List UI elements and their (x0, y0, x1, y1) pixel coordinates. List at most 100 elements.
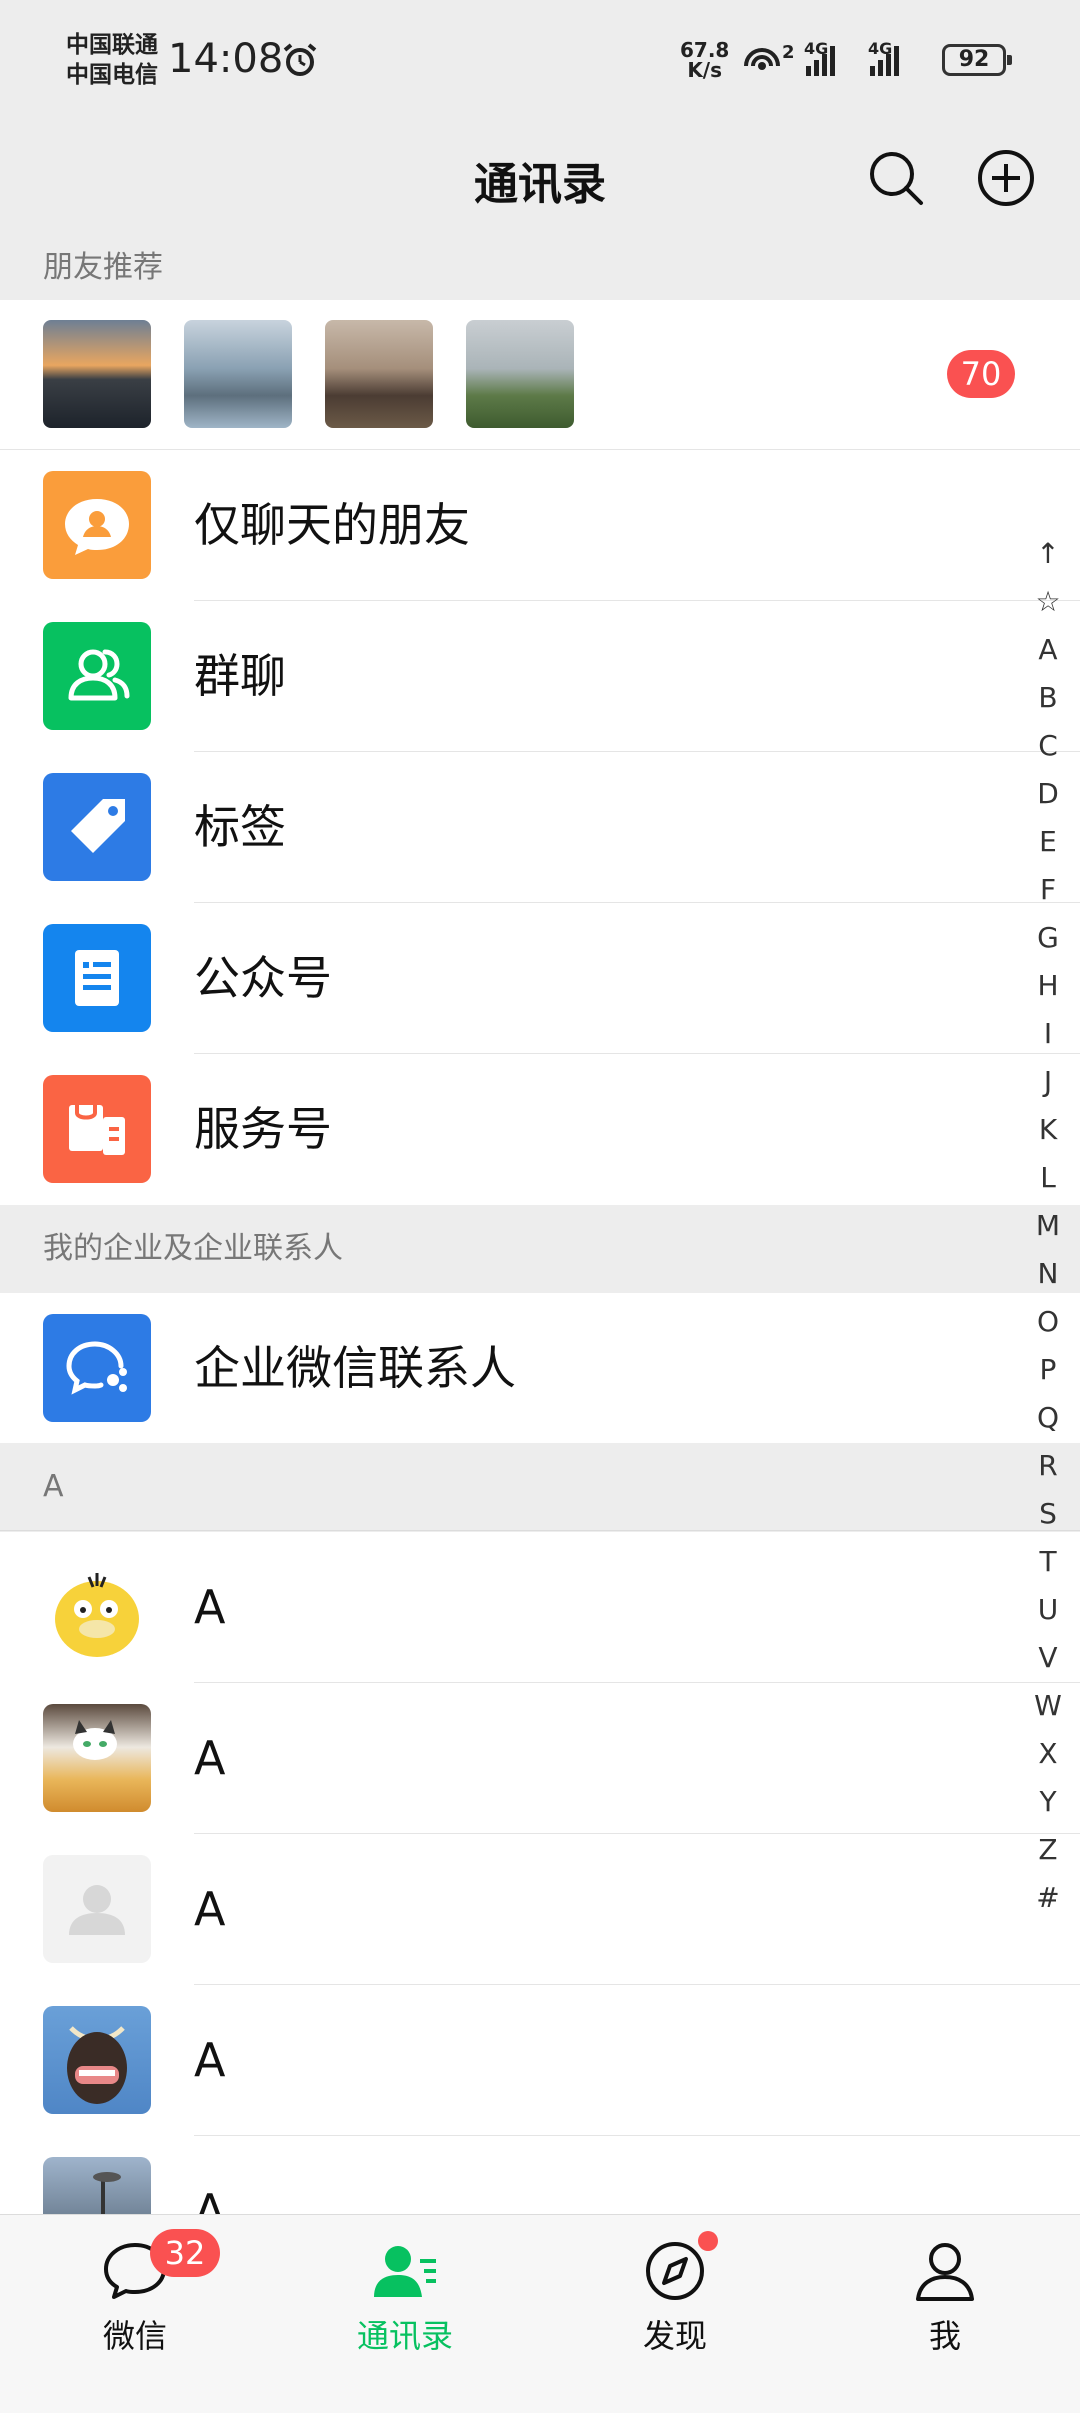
add-icon[interactable] (976, 148, 1036, 208)
tab-chats[interactable]: 32 微信 (0, 2215, 270, 2413)
index-letter[interactable]: M (1028, 1202, 1068, 1250)
bottom-tab-bar: 32 微信 通讯录 发现 我 (0, 2214, 1080, 2413)
battery-icon: 92 (942, 44, 1012, 76)
index-letter[interactable]: S (1028, 1490, 1068, 1538)
alphabet-index[interactable]: ↑ ☆ A B C D E F G H I J K L M N O P Q R … (1028, 530, 1068, 1922)
contact-row[interactable]: A (0, 1834, 1080, 1985)
service-account-icon (43, 1075, 151, 1183)
index-letter[interactable]: J (1028, 1058, 1068, 1106)
clock: 14:08 (168, 36, 284, 82)
search-icon[interactable] (866, 148, 926, 208)
contact-name: A (194, 1580, 226, 1634)
cat-avatar (43, 1704, 151, 1812)
contact-row[interactable]: A (0, 1532, 1080, 1683)
row-tags[interactable]: 标签 (0, 752, 1080, 903)
net-speed: 67.8 K/s (680, 40, 729, 80)
index-letter[interactable]: W (1028, 1682, 1068, 1730)
group-chat-icon (43, 622, 151, 730)
index-letter[interactable]: N (1028, 1250, 1068, 1298)
new-dot-badge (698, 2231, 718, 2251)
pagoda-hill-photo (466, 320, 574, 428)
index-letter[interactable]: U (1028, 1586, 1068, 1634)
index-letter[interactable]: P (1028, 1346, 1068, 1394)
index-letter[interactable]: E (1028, 818, 1068, 866)
carrier-labels: 中国联通 中国电信 (66, 30, 158, 90)
index-letter[interactable]: F (1028, 866, 1068, 914)
net-speed-unit: K/s (687, 58, 723, 82)
row-service-accounts[interactable]: 服务号 (0, 1054, 1080, 1205)
function-list: 仅聊天的朋友 群聊 标签 公众号 服务号 (0, 450, 1080, 1205)
status-bar: 中国联通 中国电信 14:08 67.8 K/s 2 4G 4G 92 (0, 0, 1080, 120)
index-letter[interactable]: O (1028, 1298, 1068, 1346)
contact-row[interactable]: A (0, 1985, 1080, 2136)
index-letter[interactable]: A (1028, 626, 1068, 674)
net-speed-value: 67.8 (680, 38, 730, 62)
index-letter[interactable]: L (1028, 1154, 1068, 1202)
index-letter[interactable]: Z (1028, 1826, 1068, 1874)
carrier-2: 中国电信 (66, 62, 158, 88)
tab-label: 我 (928, 2317, 961, 2355)
index-letter[interactable]: B (1028, 674, 1068, 722)
tab-label: 通讯录 (356, 2317, 453, 2355)
tab-label: 微信 (102, 2317, 167, 2355)
tab-discover[interactable]: 发现 (540, 2215, 810, 2413)
car-person-photo (325, 320, 433, 428)
contact-name: A (194, 1731, 226, 1785)
index-letter[interactable]: K (1028, 1106, 1068, 1154)
yak-avatar (43, 2006, 151, 2114)
contact-name: A (194, 1882, 226, 1936)
row-label: 服务号 (194, 1102, 332, 1156)
contacts-list: A A A A A (0, 1532, 1080, 2214)
row-label: 公众号 (194, 951, 332, 1005)
friend-recommend-header: 朋友推荐 (0, 235, 1080, 300)
index-hash[interactable]: # (1028, 1874, 1068, 1922)
index-letter[interactable]: Y (1028, 1778, 1068, 1826)
index-letter[interactable]: R (1028, 1442, 1068, 1490)
index-up[interactable]: ↑ (1028, 530, 1068, 578)
enterprise-block: 企业微信联系人 (0, 1293, 1080, 1443)
yellow-duck-avatar (43, 1553, 151, 1661)
contact-name: A (194, 2184, 226, 2214)
wecom-icon (43, 1314, 151, 1422)
index-letter[interactable]: T (1028, 1538, 1068, 1586)
signal-icons: 2 4G 4G (744, 39, 899, 76)
title-bar: 通讯录 (0, 120, 1080, 235)
index-letter[interactable]: X (1028, 1730, 1068, 1778)
index-letter[interactable]: I (1028, 1010, 1068, 1058)
carrier-1: 中国联通 (66, 32, 158, 58)
friend-recommend-strip[interactable]: 70 (0, 300, 1080, 450)
contact-row[interactable]: A (0, 2136, 1080, 2214)
index-letter[interactable]: G (1028, 914, 1068, 962)
contact-name: A (194, 2033, 226, 2087)
index-star[interactable]: ☆ (1028, 578, 1068, 626)
contacts-section-header-a: A (0, 1443, 1080, 1531)
tab-contacts[interactable]: 通讯录 (270, 2215, 540, 2413)
index-letter[interactable]: C (1028, 722, 1068, 770)
contacts-icon (374, 2246, 436, 2297)
street-lamp-avatar (43, 2157, 151, 2214)
seagulls-photo (184, 320, 292, 428)
index-letter[interactable]: V (1028, 1634, 1068, 1682)
enterprise-section-header: 我的企业及企业联系人 (0, 1205, 1080, 1293)
chat-only-icon (43, 471, 151, 579)
hotspot-count: 2 (782, 42, 795, 63)
row-chat-only-friends[interactable]: 仅聊天的朋友 (0, 450, 1080, 601)
alarm-icon (283, 43, 317, 76)
tab-me[interactable]: 我 (810, 2215, 1080, 2413)
unread-badge: 32 (150, 2229, 220, 2277)
index-letter[interactable]: D (1028, 770, 1068, 818)
row-label: 仅聊天的朋友 (194, 498, 470, 552)
index-letter[interactable]: H (1028, 962, 1068, 1010)
row-official-accounts[interactable]: 公众号 (0, 903, 1080, 1054)
hotspot-icon (744, 48, 780, 70)
default-avatar (43, 1855, 151, 1963)
tab-label: 发现 (642, 2317, 707, 2355)
row-wecom-contacts[interactable]: 企业微信联系人 (0, 1293, 1080, 1444)
person-icon (916, 2243, 974, 2301)
recommend-count-badge: 70 (947, 350, 1015, 398)
contact-row[interactable]: A (0, 1683, 1080, 1834)
row-group-chats[interactable]: 群聊 (0, 601, 1080, 752)
tag-icon (43, 773, 151, 881)
official-account-icon (43, 924, 151, 1032)
index-letter[interactable]: Q (1028, 1394, 1068, 1442)
